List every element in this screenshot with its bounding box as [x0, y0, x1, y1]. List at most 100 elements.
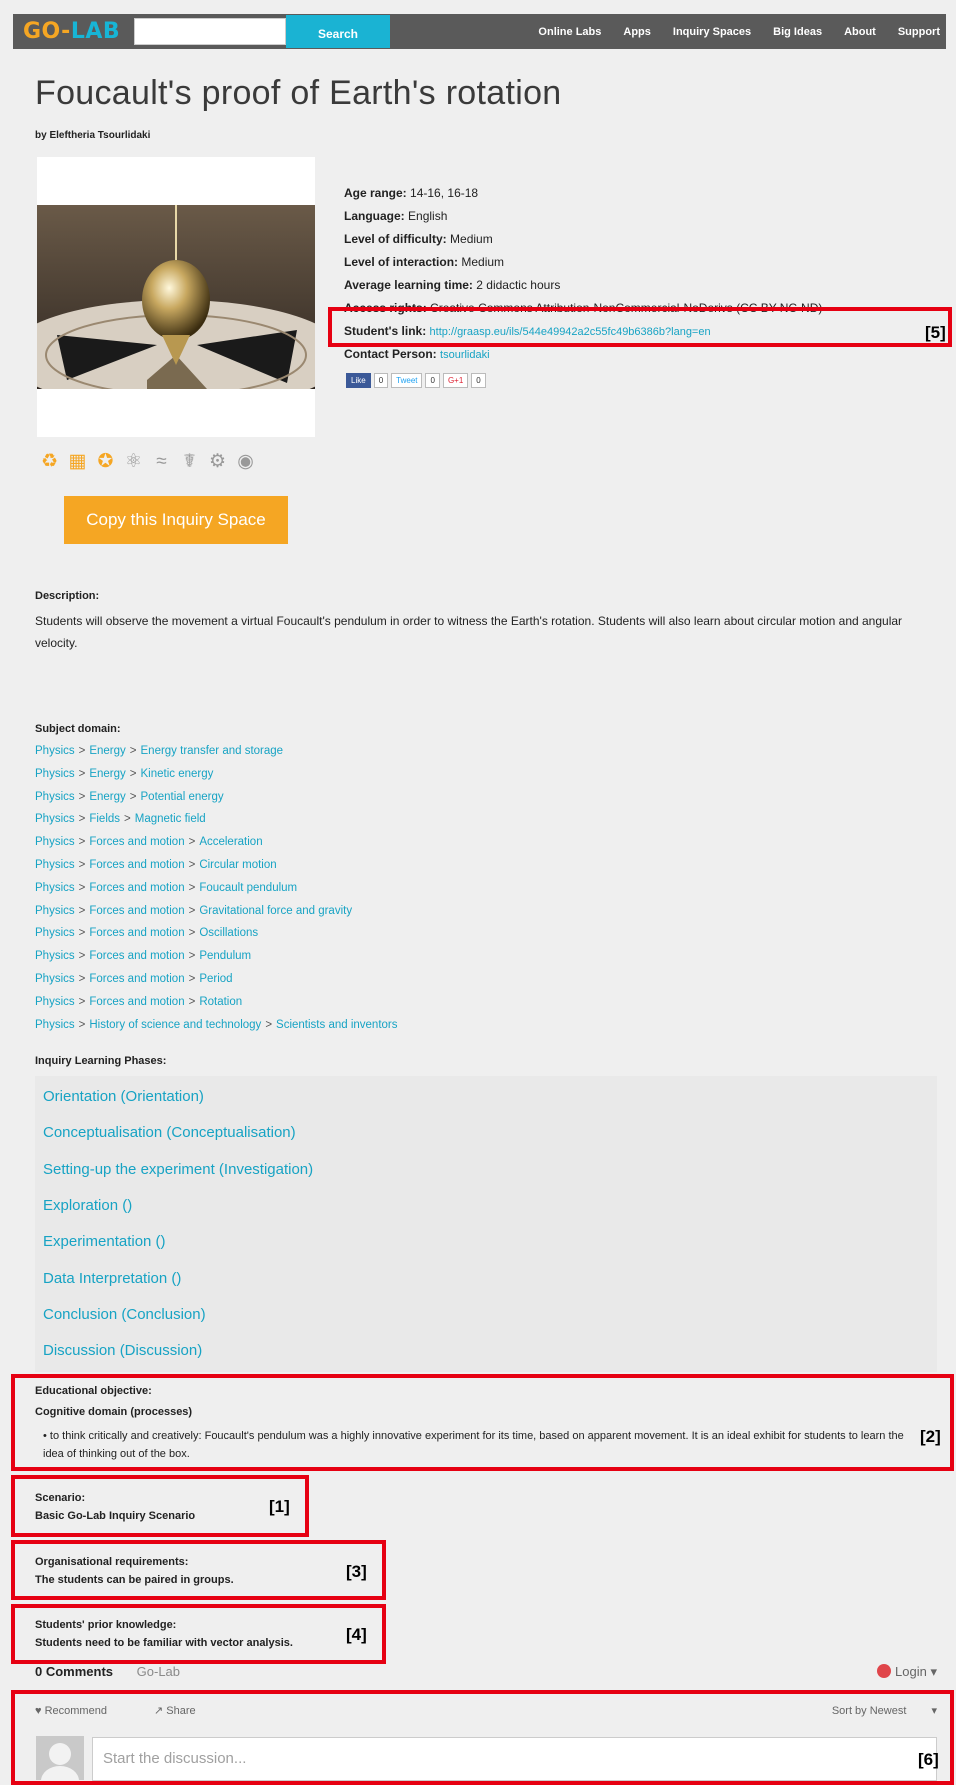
- subject-domain-link[interactable]: Potential energy: [141, 791, 224, 803]
- subject-domain-link[interactable]: Foucault pendulum: [199, 882, 297, 894]
- nav-support[interactable]: Support: [898, 26, 940, 38]
- breadcrumb-separator: >: [129, 767, 137, 780]
- nav-apps[interactable]: Apps: [623, 26, 651, 38]
- objective-label: Educational objective:: [35, 1385, 152, 1397]
- subject-domain-link[interactable]: Energy transfer and storage: [141, 745, 284, 757]
- inquiry-phase-link[interactable]: Conceptualisation (Conceptualisation): [43, 1124, 296, 1141]
- tweet-button[interactable]: Tweet: [391, 373, 423, 388]
- inquiry-phase-link[interactable]: Conclusion (Conclusion): [43, 1306, 206, 1323]
- subject-domain-link[interactable]: Forces and motion: [89, 950, 184, 962]
- subject-domain-link[interactable]: Fields: [89, 813, 120, 825]
- comment-count[interactable]: 0 Comments: [35, 1664, 113, 1679]
- annotation-tag-2: [2]: [920, 1427, 941, 1446]
- inquiry-phase-link[interactable]: Exploration (): [43, 1197, 132, 1214]
- facebook-like-button[interactable]: Like: [346, 373, 371, 388]
- subject-domain-link[interactable]: Period: [199, 973, 232, 985]
- atom-icon: ⚛: [124, 451, 143, 472]
- subject-domain-link[interactable]: Forces and motion: [89, 859, 184, 871]
- meta-interaction: Level of interaction: Medium: [344, 255, 505, 269]
- subject-domain-link[interactable]: Forces and motion: [89, 836, 184, 848]
- comment-input[interactable]: Start the discussion...: [92, 1737, 937, 1781]
- breadcrumb-separator: >: [78, 790, 86, 803]
- logo-go-text: GO-: [23, 19, 71, 44]
- nav-big-ideas[interactable]: Big Ideas: [773, 26, 822, 38]
- subject-domain-link[interactable]: Physics: [35, 950, 75, 962]
- subject-domain-link[interactable]: Pendulum: [199, 950, 251, 962]
- subject-domain-link[interactable]: Forces and motion: [89, 882, 184, 894]
- subject-domain-link[interactable]: History of science and technology: [89, 1019, 261, 1031]
- description-text: Students will observe the movement a vir…: [35, 614, 903, 650]
- breadcrumb-separator: >: [188, 927, 196, 940]
- meta-language: Language: English: [344, 209, 448, 223]
- subject-domain-link[interactable]: Physics: [35, 859, 75, 871]
- subject-domain-row: Physics > Fields > Magnetic field: [35, 811, 397, 834]
- subject-domain-row: Physics > Forces and motion > Oscillations: [35, 925, 397, 948]
- annotation-tag-3: [3]: [346, 1562, 367, 1581]
- microscope-icon: ☤: [183, 451, 196, 472]
- sort-dropdown[interactable]: Sort by Newest ▾: [832, 1704, 937, 1717]
- subject-domain-link[interactable]: Forces and motion: [89, 905, 184, 917]
- meta-age-range: Age range: 14-16, 16-18: [344, 186, 479, 200]
- subject-domain-link[interactable]: Physics: [35, 973, 75, 985]
- inquiry-phase-link[interactable]: Orientation (Orientation): [43, 1088, 204, 1105]
- subject-domain-link[interactable]: Physics: [35, 791, 75, 803]
- nav-online-labs[interactable]: Online Labs: [538, 26, 601, 38]
- subject-domain-link[interactable]: Forces and motion: [89, 996, 184, 1008]
- subject-domain-link[interactable]: Physics: [35, 905, 75, 917]
- description-label: Description:: [35, 590, 100, 602]
- subject-domain-link[interactable]: Forces and motion: [89, 927, 184, 939]
- subject-domain-link[interactable]: Physics: [35, 882, 75, 894]
- comment-toolbar: ♥ Recommend ↗ Share Sort by Newest ▾: [35, 1704, 937, 1717]
- search-button[interactable]: Search: [286, 15, 390, 48]
- inquiry-phase-link[interactable]: Experimentation (): [43, 1233, 166, 1250]
- inquiry-phase-link[interactable]: Discussion (Discussion): [43, 1342, 202, 1359]
- subject-domain-link[interactable]: Oscillations: [199, 927, 258, 939]
- golab-logo[interactable]: GO- LAB: [13, 14, 131, 49]
- nav-inquiry-spaces[interactable]: Inquiry Spaces: [673, 26, 751, 38]
- subject-domain-link[interactable]: Rotation: [199, 996, 242, 1008]
- copy-inquiry-space-button[interactable]: Copy this Inquiry Space: [64, 496, 288, 544]
- inquiry-phases-panel: Orientation (Orientation) Conceptualisati…: [35, 1076, 937, 1372]
- inquiry-phase-link[interactable]: Setting-up the experiment (Investigation…: [43, 1161, 313, 1178]
- recommend-button[interactable]: ♥ Recommend: [35, 1705, 129, 1717]
- breadcrumb-separator: >: [188, 858, 196, 871]
- gplus-button[interactable]: G+1: [442, 373, 469, 388]
- login-menu[interactable]: Login ▾: [877, 1664, 937, 1680]
- subject-domain-link[interactable]: Kinetic energy: [141, 768, 214, 780]
- share-button[interactable]: ↗ Share: [154, 1705, 218, 1717]
- breadcrumb-separator: >: [78, 767, 86, 780]
- comments-site-name[interactable]: Go-Lab: [137, 1664, 180, 1679]
- annotation-tag-5: [5]: [925, 323, 946, 342]
- subject-domain-link[interactable]: Physics: [35, 927, 75, 939]
- subject-domain-link[interactable]: Physics: [35, 996, 75, 1008]
- objective-bullet: • to think critically and creatively: Fo…: [43, 1430, 904, 1460]
- highlight-box-5: [328, 307, 952, 347]
- subject-domain-link[interactable]: Energy: [89, 791, 125, 803]
- subject-domain-link[interactable]: Physics: [35, 768, 75, 780]
- subject-domain-link[interactable]: Acceleration: [199, 836, 262, 848]
- subject-domain-link[interactable]: Magnetic field: [135, 813, 206, 825]
- subject-domain-link[interactable]: Scientists and inventors: [276, 1019, 397, 1031]
- breadcrumb-separator: >: [188, 972, 196, 985]
- subject-domain-link[interactable]: Circular motion: [199, 859, 276, 871]
- search-input[interactable]: [134, 18, 286, 45]
- subject-domain-link[interactable]: Energy: [89, 745, 125, 757]
- subject-domain-link[interactable]: Physics: [35, 813, 75, 825]
- scenario-label: Scenario:: [35, 1492, 86, 1504]
- page-title: Foucault's proof of Earth's rotation: [35, 74, 562, 112]
- subject-domain-link[interactable]: Gravitational force and gravity: [199, 905, 352, 917]
- subject-domain-link[interactable]: Physics: [35, 836, 75, 848]
- subject-domain-link[interactable]: Forces and motion: [89, 973, 184, 985]
- breadcrumb-separator: >: [78, 927, 86, 940]
- subject-domain-link[interactable]: Physics: [35, 1019, 75, 1031]
- breadcrumb-separator: >: [78, 904, 86, 917]
- subject-domain-link[interactable]: Energy: [89, 768, 125, 780]
- subject-domain-label: Subject domain:: [35, 723, 121, 735]
- inquiry-phase-link[interactable]: Data Interpretation (): [43, 1270, 181, 1287]
- nav-about[interactable]: About: [844, 26, 876, 38]
- subject-domain-row: Physics > Forces and motion > Foucault pendu…: [35, 880, 397, 903]
- educational-objective: Educational objective: Cognitive domain …: [35, 1385, 923, 1463]
- contact-person-link[interactable]: tsourlidaki: [440, 349, 490, 361]
- like-count: 0: [373, 373, 389, 388]
- subject-domain-link[interactable]: Physics: [35, 745, 75, 757]
